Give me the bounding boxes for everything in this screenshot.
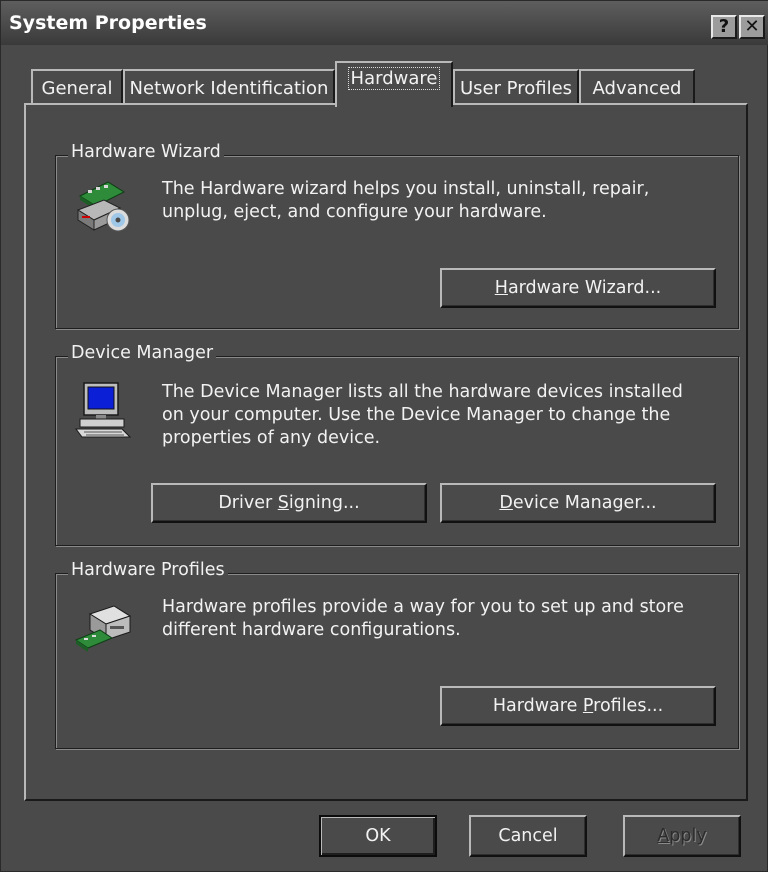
device-manager-description: The Device Manager lists all the hardwar… [162,381,683,450]
button-label-post: pply [669,826,707,846]
button-label-post: evice Manager... [512,493,657,513]
hardware-profiles-group: Hardware Profiles Hardware profiles prov… [55,560,739,749]
description-line: properties of any device. [162,428,381,448]
help-button[interactable]: ? [711,15,737,39]
tab-label: Hardware [347,67,441,90]
tab-hardware[interactable]: Hardware [335,61,453,107]
window-title: System Properties [9,12,207,34]
hardware-profiles-button[interactable]: Hardware Profiles... [440,686,716,726]
ok-button[interactable]: OK [319,815,437,857]
button-label-pre: Hardware [492,696,583,716]
system-properties-window: System Properties ? ✕ General Network Id… [0,0,768,872]
cancel-button[interactable]: Cancel [469,815,587,857]
hardware-wizard-description: The Hardware wizard helps you install, u… [162,178,649,224]
button-label-pre: Driver [218,493,278,513]
device-manager-button[interactable]: Device Manager... [440,483,716,523]
hardware-profiles-icon [74,605,132,652]
hardware-wizard-icon [76,181,130,232]
tab-advanced[interactable]: Advanced [579,69,695,103]
title-bar[interactable]: System Properties ? ✕ [1,1,768,45]
close-icon: ✕ [744,16,760,37]
tab-general[interactable]: General [31,69,123,103]
button-label-post: ardware Wizard... [507,278,662,298]
description-line: unplug, eject, and configure your hardwa… [162,202,547,222]
button-label: Cancel [498,826,558,846]
tab-label: Advanced [592,78,682,99]
description-line: on your computer. Use the Device Manager… [162,405,671,425]
tab-label: Network Identification [129,78,329,99]
button-label: OK [365,826,391,846]
apply-button[interactable]: Apply [623,815,741,857]
driver-signing-button[interactable]: Driver Signing... [151,483,427,523]
description-line: The Device Manager lists all the hardwar… [162,382,683,402]
button-label-post: rofiles... [593,696,664,716]
tab-label: User Profiles [459,78,573,99]
group-label: Device Manager [68,343,217,363]
device-manager-group: Device Manager The Device Manager lists … [55,343,739,546]
button-label-post: igning... [288,493,360,513]
hardware-profiles-description: Hardware profiles provide a way for you … [162,596,684,642]
group-label: Hardware Profiles [68,560,228,580]
button-accelerator: A [657,826,670,846]
group-label: Hardware Wizard [68,142,224,162]
tab-network-identification[interactable]: Network Identification [123,69,335,103]
tab-user-profiles[interactable]: User Profiles [453,69,579,103]
tab-label: General [41,78,113,99]
description-line: The Hardware wizard helps you install, u… [162,179,650,199]
button-accelerator: D [499,493,513,513]
description-line: different hardware configurations. [162,620,461,640]
button-accelerator: P [582,696,594,716]
computer-icon [75,382,132,438]
hardware-wizard-button[interactable]: Hardware Wizard... [440,268,716,308]
button-accelerator: H [494,278,508,298]
hardware-wizard-group: Hardware Wizard The Hardware wizard help… [55,142,739,329]
close-button[interactable]: ✕ [739,15,765,39]
button-accelerator: S [277,493,289,513]
question-mark-icon: ? [718,16,730,37]
description-line: Hardware profiles provide a way for you … [162,597,684,617]
